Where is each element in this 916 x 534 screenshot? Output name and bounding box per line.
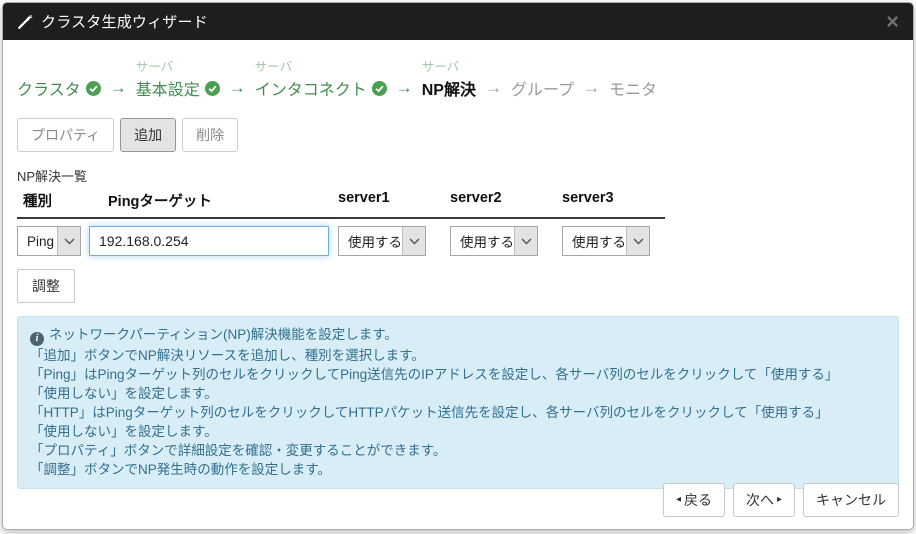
arrow-right-icon: → <box>574 76 609 100</box>
magic-wand-icon <box>17 14 33 30</box>
step-label: NP解決 <box>422 76 476 100</box>
info-box: i ネットワークパーティション(NP)解決機能を設定します。 「追加」ボタンでNP… <box>17 316 899 489</box>
info-line: 「調整」ボタンでNP発生時の動作を設定します。 <box>30 460 886 479</box>
server2-select[interactable]: 使用する <box>450 226 538 256</box>
arrow-right-icon: → <box>387 76 422 100</box>
next-button-label: 次へ <box>746 490 774 510</box>
step-label: モニタ <box>609 76 657 100</box>
step-cluster[interactable]: クラスタ <box>17 59 101 100</box>
col-header-server3: server3 <box>562 190 650 211</box>
arrow-right-icon: → <box>101 76 136 100</box>
triangle-right-icon: ▸ <box>777 495 782 505</box>
col-header-server1: server1 <box>338 190 450 211</box>
step-top-label: サーバ <box>422 59 476 76</box>
info-line: 「HTTP」はPingターゲット列のセルをクリックしてHTTPパケット送信先を設… <box>30 403 886 422</box>
next-button[interactable]: 次へ ▸ <box>733 483 795 517</box>
cancel-button[interactable]: キャンセル <box>803 483 899 517</box>
check-circle-icon <box>205 81 220 96</box>
properties-button[interactable]: プロパティ <box>17 118 114 152</box>
step-monitor[interactable]: モニタ <box>609 59 657 100</box>
step-label: クラスタ <box>17 76 81 100</box>
step-top-label: サーバ <box>136 59 220 76</box>
step-np-resolution[interactable]: サーバ NP解決 <box>422 59 476 100</box>
arrow-right-icon: → <box>220 76 255 100</box>
step-label: 基本設定 <box>136 76 200 100</box>
step-label: インタコネクト <box>255 76 367 100</box>
check-circle-icon <box>86 81 101 96</box>
step-top-label <box>511 59 574 76</box>
info-line: 「使用しない」を設定します。 <box>30 384 886 403</box>
info-icon: i <box>30 332 44 346</box>
step-basic-settings[interactable]: サーバ 基本設定 <box>136 59 220 100</box>
wizard-steps: クラスタ → サーバ 基本設定 → サーバ <box>17 59 899 100</box>
titlebar: クラスタ生成ウィザード × <box>3 3 913 40</box>
table-header-row: 種別 Pingターゲット server1 server2 server3 <box>17 190 665 219</box>
server3-select[interactable]: 使用する <box>562 226 650 256</box>
back-button-label: 戻る <box>684 490 712 510</box>
type-select[interactable]: Ping <box>17 226 81 256</box>
step-top-label <box>609 59 657 76</box>
step-group[interactable]: グループ <box>511 59 574 100</box>
info-line: i ネットワークパーティション(NP)解決機能を設定します。 <box>30 325 886 346</box>
add-button[interactable]: 追加 <box>120 118 176 152</box>
back-button[interactable]: ◂ 戻る <box>663 483 725 517</box>
server2-select-value: 使用する <box>451 227 514 255</box>
ping-target-input[interactable] <box>89 226 329 256</box>
info-line: 「Ping」はPingターゲット列のセルをクリックしてPing送信先のIPアドレ… <box>30 365 886 384</box>
footer: ◂ 戻る 次へ ▸ キャンセル <box>663 483 899 517</box>
info-line: 「プロパティ」ボタンで詳細設定を確認・変更することができます。 <box>30 441 886 460</box>
col-header-type: 種別 <box>17 190 89 211</box>
chevron-down-icon <box>57 227 80 255</box>
arrow-right-icon: → <box>476 76 511 100</box>
step-interconnect[interactable]: サーバ インタコネクト <box>255 59 387 100</box>
col-header-server2: server2 <box>450 190 562 211</box>
chevron-down-icon <box>402 227 425 255</box>
cluster-wizard-dialog: クラスタ生成ウィザード × クラスタ → サーバ 基本設定 <box>2 2 914 530</box>
table-row: Ping 使用する 使用する <box>17 226 665 256</box>
info-line: 「追加」ボタンでNP解決リソースを追加し、種別を選択します。 <box>30 346 886 365</box>
tune-button[interactable]: 調整 <box>17 269 75 303</box>
chevron-down-icon <box>626 227 649 255</box>
step-top-label: サーバ <box>255 59 387 76</box>
triangle-left-icon: ◂ <box>676 495 681 505</box>
toolbar: プロパティ 追加 削除 <box>17 118 899 152</box>
close-icon[interactable]: × <box>886 11 899 33</box>
dialog-title: クラスタ生成ウィザード <box>41 11 208 32</box>
server1-select[interactable]: 使用する <box>338 226 426 256</box>
type-select-value: Ping <box>18 227 57 255</box>
step-label: グループ <box>511 76 574 100</box>
chevron-down-icon <box>514 227 537 255</box>
info-line: 「使用しない」を設定します。 <box>30 422 886 441</box>
check-circle-icon <box>372 81 387 96</box>
np-table: 種別 Pingターゲット server1 server2 server3 Pin… <box>17 190 665 256</box>
np-list-caption: NP解決一覧 <box>17 166 899 185</box>
col-header-ping-target: Pingターゲット <box>89 190 338 211</box>
server3-select-value: 使用する <box>563 227 626 255</box>
info-text: ネットワークパーティション(NP)解決機能を設定します。 <box>49 327 398 342</box>
delete-button[interactable]: 削除 <box>182 118 238 152</box>
step-top-label <box>17 59 101 76</box>
server1-select-value: 使用する <box>339 227 402 255</box>
